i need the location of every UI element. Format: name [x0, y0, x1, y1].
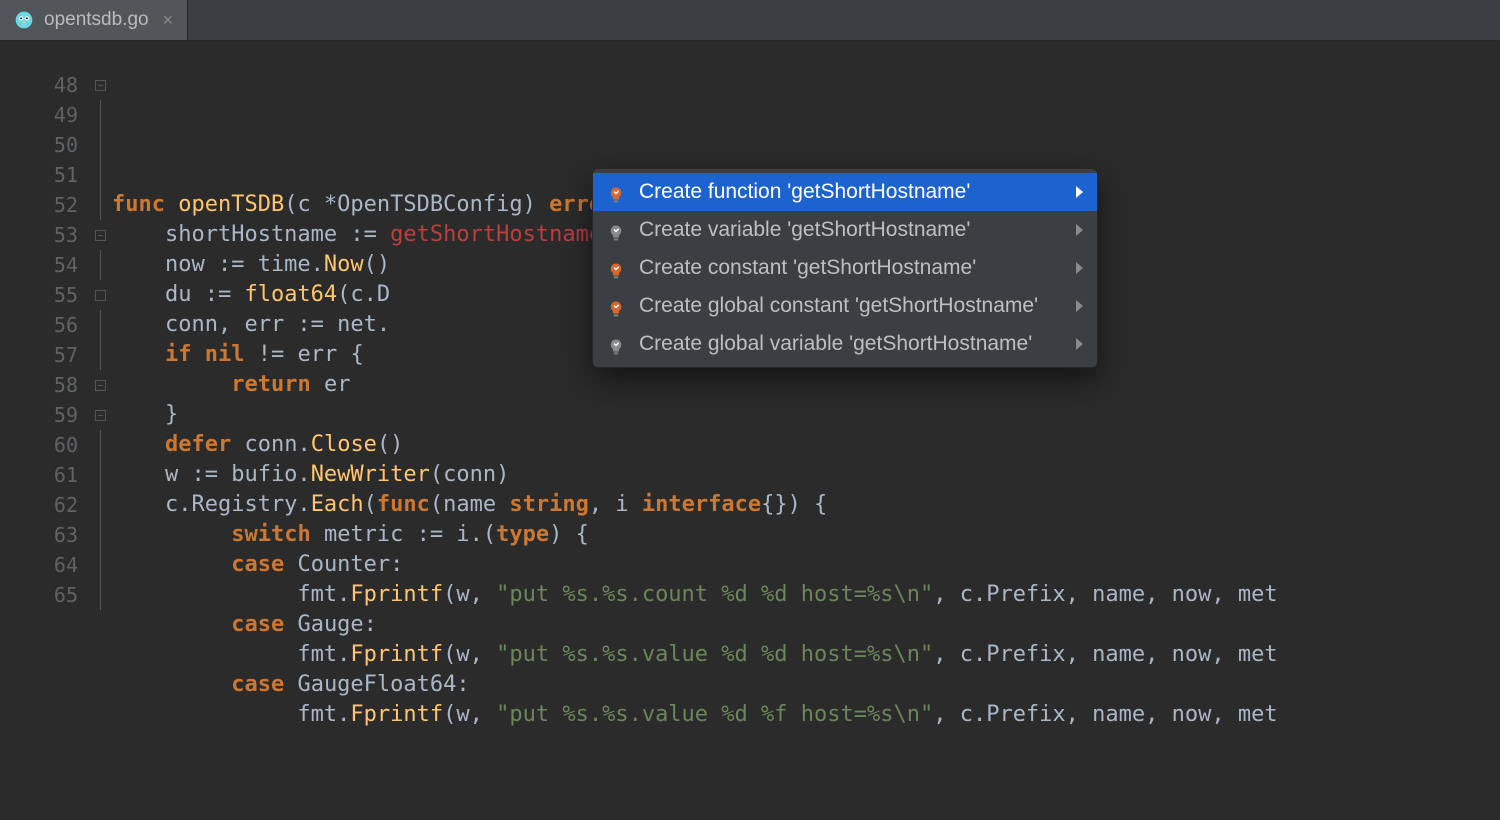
code-line[interactable]: c.Registry.Each(func(name string, i inte… [112, 490, 1500, 520]
intention-action-item[interactable]: Create variable 'getShortHostname' [593, 211, 1097, 249]
fold-toggle-icon[interactable] [95, 380, 106, 391]
fold-line [100, 580, 101, 610]
lightbulb-icon [607, 221, 625, 239]
file-tab-label: opentsdb.go [44, 9, 149, 31]
code-line[interactable]: case GaugeFloat64: [112, 670, 1500, 700]
lightbulb-icon [607, 259, 625, 277]
editor: 484950515253545556575859606162636465 fun… [0, 40, 1500, 600]
line-number: 53 [0, 220, 88, 250]
code-line[interactable]: w := bufio.NewWriter(conn) [112, 460, 1500, 490]
fold-line [100, 460, 101, 490]
chevron-right-icon [1076, 300, 1083, 312]
fold-line [100, 340, 101, 370]
line-number: 63 [0, 520, 88, 550]
intention-action-label: Create global variable 'getShortHostname… [639, 329, 1038, 359]
line-number: 50 [0, 130, 88, 160]
fold-end-icon [95, 290, 106, 301]
chevron-right-icon [1076, 186, 1083, 198]
fold-line [100, 250, 101, 280]
fold-gutter [88, 40, 112, 600]
tab-bar: opentsdb.go × [0, 0, 1500, 41]
code-area[interactable]: func openTSDB(c *OpenTSDBConfig) error {… [112, 40, 1500, 600]
lightbulb-icon [607, 335, 625, 353]
intention-action-item[interactable]: Create constant 'getShortHostname' [593, 249, 1097, 287]
line-number: 62 [0, 490, 88, 520]
intention-action-label: Create constant 'getShortHostname' [639, 253, 1038, 283]
line-number: 54 [0, 250, 88, 280]
line-number: 49 [0, 100, 88, 130]
lightbulb-icon [607, 297, 625, 315]
code-line[interactable]: } [112, 400, 1500, 430]
fold-line [100, 310, 101, 340]
line-number: 57 [0, 340, 88, 370]
intention-action-item[interactable]: Create global constant 'getShortHostname… [593, 287, 1097, 325]
fold-toggle-icon[interactable] [95, 230, 106, 241]
intention-action-item[interactable]: Create function 'getShortHostname' [593, 173, 1097, 211]
fold-line [100, 130, 101, 160]
code-line[interactable]: return er [112, 370, 1500, 400]
line-number: 51 [0, 160, 88, 190]
fold-line [100, 430, 101, 460]
chevron-right-icon [1076, 262, 1083, 274]
line-number: 59 [0, 400, 88, 430]
fold-line [100, 550, 101, 580]
fold-line [100, 190, 101, 220]
intention-action-label: Create global constant 'getShortHostname… [639, 291, 1038, 321]
code-line[interactable]: defer conn.Close() [112, 430, 1500, 460]
line-number: 65 [0, 580, 88, 610]
fold-toggle-icon[interactable] [95, 80, 106, 91]
fold-line [100, 100, 101, 130]
line-number: 58 [0, 370, 88, 400]
code-line[interactable]: fmt.Fprintf(w, "put %s.%s.value %d %d ho… [112, 640, 1500, 670]
code-line[interactable]: case Counter: [112, 550, 1500, 580]
line-number: 48 [0, 70, 88, 100]
fold-line [100, 520, 101, 550]
code-line[interactable]: case Gauge: [112, 610, 1500, 640]
line-number: 60 [0, 430, 88, 460]
code-line[interactable]: fmt.Fprintf(w, "put %s.%s.count %d %d ho… [112, 580, 1500, 610]
line-number: 64 [0, 550, 88, 580]
go-gopher-icon [14, 10, 34, 30]
intention-action-label: Create variable 'getShortHostname' [639, 215, 1038, 245]
chevron-right-icon [1076, 224, 1083, 236]
close-icon[interactable]: × [163, 10, 174, 31]
line-number: 55 [0, 280, 88, 310]
intention-actions-popup: Create function 'getShortHostname' Creat… [592, 168, 1098, 368]
fold-line [100, 490, 101, 520]
code-line[interactable]: switch metric := i.(type) { [112, 520, 1500, 550]
intention-action-item[interactable]: Create global variable 'getShortHostname… [593, 325, 1097, 363]
line-number: 52 [0, 190, 88, 220]
lightbulb-icon [607, 183, 625, 201]
fold-line [100, 160, 101, 190]
file-tab[interactable]: opentsdb.go × [0, 0, 188, 40]
chevron-right-icon [1076, 338, 1083, 350]
intention-action-label: Create function 'getShortHostname' [639, 177, 1038, 207]
line-number: 56 [0, 310, 88, 340]
code-line[interactable]: fmt.Fprintf(w, "put %s.%s.value %d %f ho… [112, 700, 1500, 730]
fold-toggle-icon[interactable] [95, 410, 106, 421]
line-number: 61 [0, 460, 88, 490]
line-number-gutter: 484950515253545556575859606162636465 [0, 40, 88, 600]
